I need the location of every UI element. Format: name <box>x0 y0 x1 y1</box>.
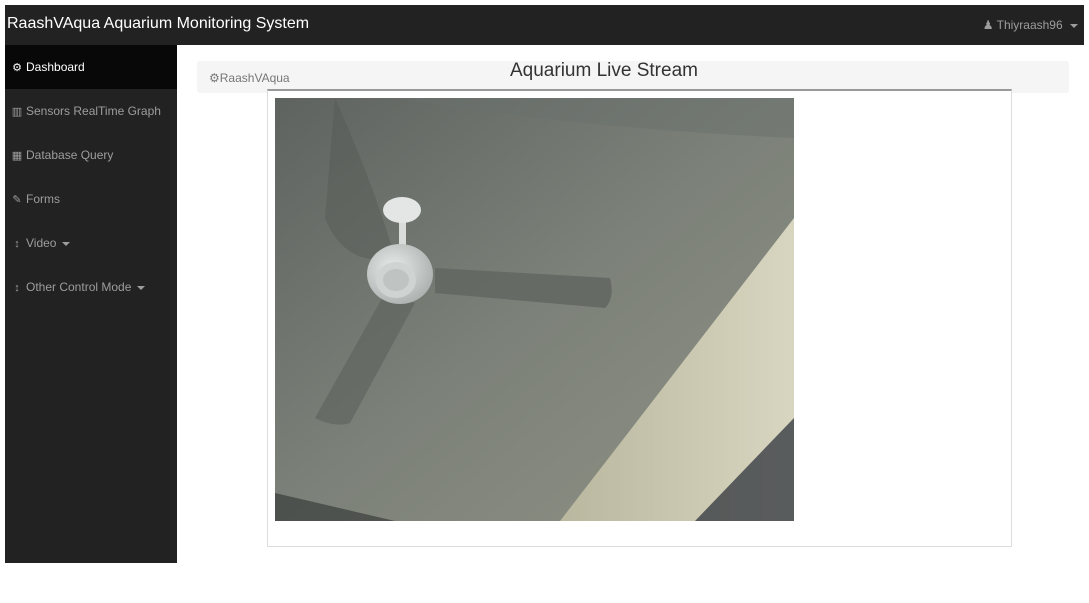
sidebar-item-label: Sensors RealTime Graph <box>26 104 161 118</box>
sidebar-item-sensors-graph[interactable]: ▥ Sensors RealTime Graph <box>5 89 177 133</box>
sidebar-item-label: Dashboard <box>26 60 85 74</box>
sidebar-item-label: Forms <box>26 192 60 206</box>
sidebar-item-other-control-mode[interactable]: ↕ Other Control Mode <box>5 265 177 309</box>
chevron-down-icon <box>137 285 146 290</box>
table-icon: ▦ <box>11 150 23 162</box>
video-frame <box>275 98 794 521</box>
vertical-arrows-icon: ↕ <box>14 238 20 250</box>
sidebar: ⚙ Dashboard ▥ Sensors RealTime Graph ▦ Data… <box>5 45 177 563</box>
page-title: Aquarium Live Stream <box>510 60 698 81</box>
app-title[interactable]: RaashVAqua Aquarium Monitoring System <box>7 15 309 33</box>
live-stream-video[interactable] <box>275 98 794 521</box>
sidebar-item-label: Other Control Mode <box>26 280 132 294</box>
sidebar-item-dashboard[interactable]: ⚙ Dashboard <box>5 45 177 89</box>
chevron-down-icon <box>1070 23 1078 28</box>
sidebar-item-label: Video <box>26 236 57 250</box>
sidebar-item-database-query[interactable]: ▦ Database Query <box>5 133 177 177</box>
user-menu[interactable]: ♟ Thiyraash96 <box>983 18 1078 32</box>
sidebar-item-video[interactable]: ↕ Video <box>5 221 177 265</box>
user-icon: ♟ <box>982 18 994 32</box>
chevron-down-icon <box>62 241 71 246</box>
sidebar-item-forms[interactable]: ✎ Forms <box>5 177 177 221</box>
breadcrumb-label: RaashVAqua <box>219 71 290 85</box>
edit-icon: ✎ <box>12 194 22 206</box>
breadcrumb-item[interactable]: ⚙RaashVAqua <box>209 71 290 85</box>
dashboard-icon: ⚙ <box>12 62 22 74</box>
user-name: Thiyraash96 <box>996 18 1063 32</box>
sidebar-item-label: Database Query <box>26 148 114 162</box>
bar-chart-icon: ▥ <box>11 106 23 118</box>
dashboard-icon: ⚙ <box>209 71 220 85</box>
top-navbar: RaashVAqua Aquarium Monitoring System ♟ … <box>5 5 1084 45</box>
vertical-arrows-icon: ↕ <box>14 282 20 294</box>
